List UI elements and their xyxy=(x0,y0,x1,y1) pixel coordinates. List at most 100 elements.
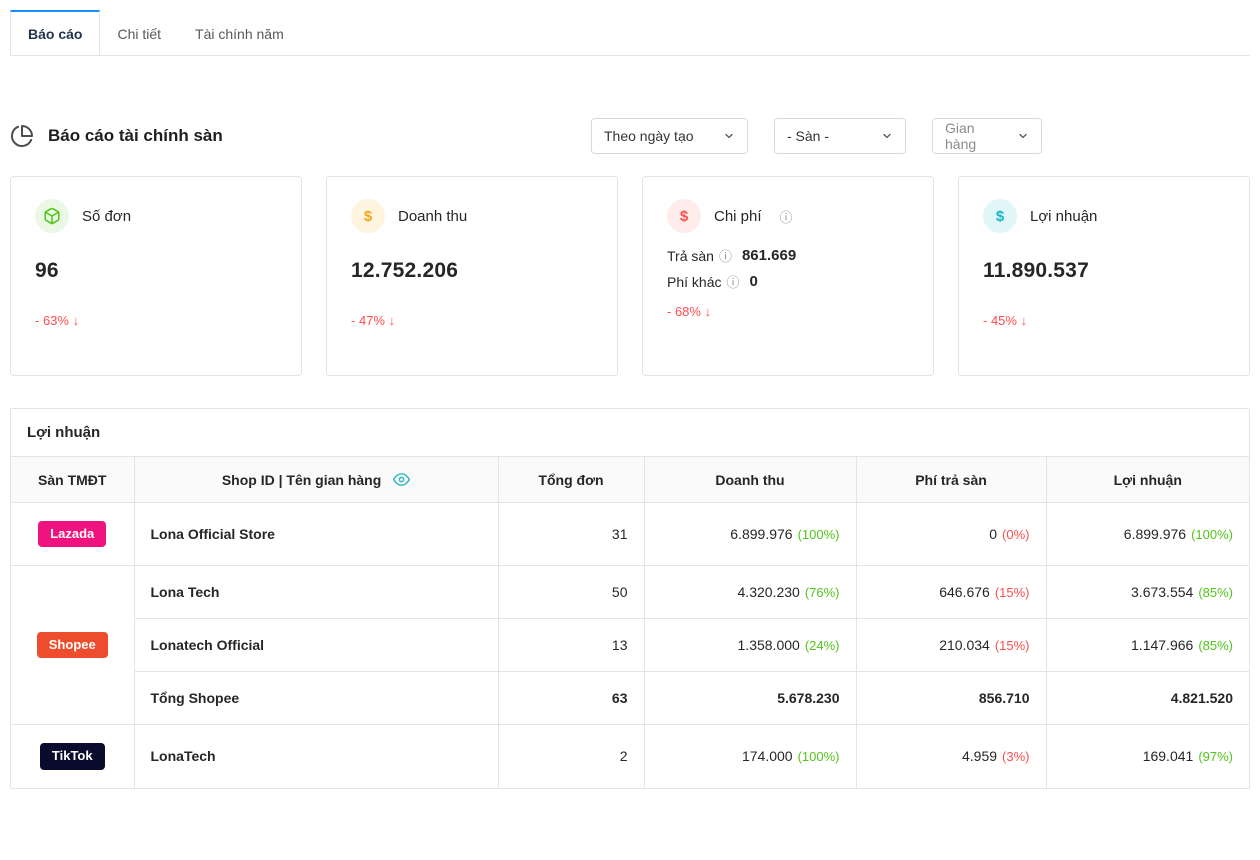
eye-icon[interactable] xyxy=(393,471,410,488)
shop-name: Tổng Shopee xyxy=(134,672,498,725)
platform-cell: TikTok xyxy=(11,725,134,788)
card-revenue: $ Doanh thu 12.752.206 - 47% ↓ xyxy=(326,176,618,376)
fee-cell-value: 4.959 xyxy=(962,748,997,764)
platform-badge-shopee: Shopee xyxy=(37,632,108,658)
revenue-cell-value: 5.678.230 xyxy=(777,690,839,706)
dollar-icon: $ xyxy=(351,199,385,233)
platform-badge-tiktok: TikTok xyxy=(40,743,105,769)
orders-cell: 13 xyxy=(498,619,644,672)
cost-line-value: 861.669 xyxy=(742,247,796,264)
card-orders-label: Số đơn xyxy=(82,208,131,225)
revenue-value: 12.752.206 xyxy=(351,259,593,283)
card-revenue-label: Doanh thu xyxy=(398,208,467,225)
revenue-cell-percent: (76%) xyxy=(805,585,840,600)
profit-cell-value: 6.899.976 xyxy=(1124,526,1186,542)
card-profit-label: Lợi nhuận xyxy=(1030,208,1097,225)
profit-cell-percent: (85%) xyxy=(1198,638,1233,653)
platform-cell: Lazada xyxy=(11,503,134,566)
fee-cell-percent: (15%) xyxy=(995,638,1030,653)
card-orders-header: Số đơn xyxy=(35,199,277,233)
tab-chi-tiet[interactable]: Chi tiết xyxy=(100,10,178,55)
tab-tai-chinh-nam[interactable]: Tài chính năm xyxy=(178,10,301,55)
fee-cell-percent: (15%) xyxy=(995,585,1030,600)
info-icon[interactable]: ⓘ xyxy=(719,246,732,265)
revenue-cell-percent: (100%) xyxy=(798,527,840,542)
chevron-down-icon xyxy=(1017,130,1029,142)
revenue-cell-percent: (100%) xyxy=(798,749,840,764)
profit-cell: 4.821.520 xyxy=(1046,672,1249,725)
pie-chart-icon xyxy=(10,124,34,148)
page-title: Báo cáo tài chính sàn xyxy=(48,126,223,146)
revenue-cell: 5.678.230 xyxy=(644,672,856,725)
platform-select[interactable]: - Sàn - xyxy=(774,118,906,154)
table-title: Lợi nhuận xyxy=(11,409,1249,457)
cost-line-value: 0 xyxy=(750,273,758,290)
profit-cell: 6.899.976 (100%) xyxy=(1046,503,1249,566)
profit-cell-percent: (100%) xyxy=(1191,527,1233,542)
revenue-cell: 6.899.976 (100%) xyxy=(644,503,856,566)
cost-line-label: Trả sàn xyxy=(667,248,714,264)
revenue-delta: - 47% ↓ xyxy=(351,313,593,328)
fee-cell: 210.034(15%) xyxy=(856,619,1046,672)
revenue-cell-percent: (24%) xyxy=(805,638,840,653)
fee-cell: 856.710 xyxy=(856,672,1046,725)
shop-name: Lona Tech xyxy=(134,566,498,619)
profit-cell-percent: (85%) xyxy=(1198,585,1233,600)
shop-name: LonaTech xyxy=(134,725,498,788)
revenue-cell: 174.000 (100%) xyxy=(644,725,856,788)
summary-cards: Số đơn 96 - 63% ↓ $ Doanh thu 12.752.206… xyxy=(10,176,1250,376)
table-row: LazadaLona Official Store31 6.899.976 (100… xyxy=(11,503,1249,566)
col-floor-fee: Phí trả sàn xyxy=(856,457,1046,503)
shop-name: Lonatech Official xyxy=(134,619,498,672)
info-icon[interactable]: ⓘ xyxy=(780,207,793,226)
orders-cell: 50 xyxy=(498,566,644,619)
profit-delta: - 45% ↓ xyxy=(983,313,1225,328)
col-revenue: Doanh thu xyxy=(644,457,856,503)
profit-cell: 3.673.554(85%) xyxy=(1046,566,1249,619)
chevron-down-icon xyxy=(723,130,735,142)
orders-value: 96 xyxy=(35,259,277,283)
col-shop-id-label: Shop ID | Tên gian hàng xyxy=(222,472,381,488)
card-cost-header: $ Chi phí ⓘ xyxy=(667,199,909,233)
tab-bar: Báo cáo Chi tiết Tài chính năm xyxy=(10,10,1250,56)
date-type-select[interactable]: Theo ngày tạo xyxy=(591,118,748,154)
filter-group: Theo ngày tạo - Sàn - Gian hàng xyxy=(591,118,1042,154)
profit-cell-value: 1.147.966 xyxy=(1131,637,1193,653)
table-row: ShopeeLona Tech504.320.230(76%)646.676(1… xyxy=(11,566,1249,619)
fee-cell: 4.959(3%) xyxy=(856,725,1046,788)
profit-cell: 1.147.966 (85%) xyxy=(1046,619,1249,672)
profit-table-grid: Sàn TMĐT Shop ID | Tên gian hàng Tổng đơ… xyxy=(11,457,1249,788)
card-orders: Số đơn 96 - 63% ↓ xyxy=(10,176,302,376)
col-total-orders: Tổng đơn xyxy=(498,457,644,503)
profit-cell: 169.041 (97%) xyxy=(1046,725,1249,788)
revenue-cell: 4.320.230 (76%) xyxy=(644,566,856,619)
date-type-select-value: Theo ngày tạo xyxy=(604,128,694,144)
platform-cell: Shopee xyxy=(11,566,134,725)
report-page: Báo cáo Chi tiết Tài chính năm Báo cáo t… xyxy=(0,0,1260,789)
section-header: Báo cáo tài chính sàn Theo ngày tạo - Sà… xyxy=(10,118,1250,154)
info-icon[interactable]: ⓘ xyxy=(726,272,739,291)
table-row: Lonatech Official131.358.000(24%)210.034… xyxy=(11,619,1249,672)
tab-bao-cao[interactable]: Báo cáo xyxy=(10,10,100,55)
card-cost: $ Chi phí ⓘ Trả sàn ⓘ 861.669 Phí khác ⓘ… xyxy=(642,176,934,376)
cost-line-label: Phí khác xyxy=(667,274,721,290)
card-cost-label: Chi phí xyxy=(714,208,762,225)
col-platform: Sàn TMĐT xyxy=(11,457,134,503)
store-select[interactable]: Gian hàng xyxy=(932,118,1042,154)
revenue-cell-value: 6.899.976 xyxy=(730,526,792,542)
revenue-cell-value: 4.320.230 xyxy=(738,584,800,600)
orders-cell: 31 xyxy=(498,503,644,566)
box-icon xyxy=(35,199,69,233)
dollar-icon: $ xyxy=(667,199,701,233)
profit-cell-percent: (97%) xyxy=(1198,749,1233,764)
revenue-cell-value: 174.000 xyxy=(742,748,793,764)
cost-line-floor-fee: Trả sàn ⓘ 861.669 xyxy=(667,246,909,265)
table-row: Tổng Shopee635.678.230856.7104.821.520 xyxy=(11,672,1249,725)
profit-cell-value: 169.041 xyxy=(1143,748,1194,764)
shop-name: Lona Official Store xyxy=(134,503,498,566)
col-shop-id: Shop ID | Tên gian hàng xyxy=(134,457,498,503)
card-revenue-header: $ Doanh thu xyxy=(351,199,593,233)
cost-delta: - 68% ↓ xyxy=(667,304,909,319)
store-select-value: Gian hàng xyxy=(945,120,1009,152)
card-profit-header: $ Lợi nhuận xyxy=(983,199,1225,233)
